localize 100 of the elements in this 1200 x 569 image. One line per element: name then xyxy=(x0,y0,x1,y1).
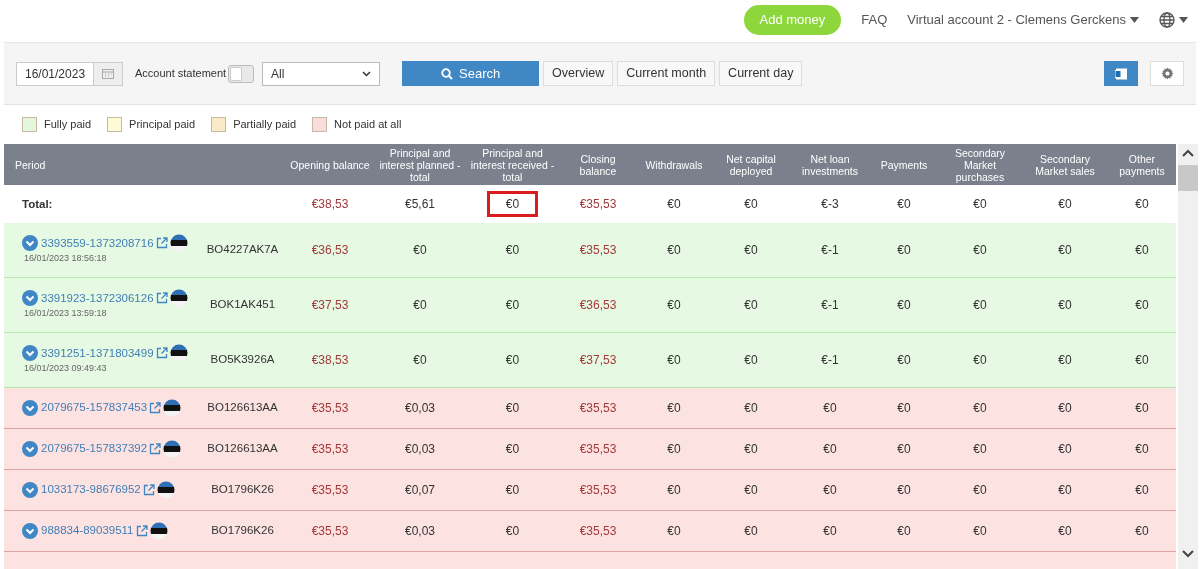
table-cell-text: €0 xyxy=(1135,441,1149,458)
loan-link[interactable]: 1033173-98676952 xyxy=(41,481,141,499)
table-cell-text: BO126613AA xyxy=(207,400,278,416)
table-cell-text: BO5K3926A xyxy=(210,352,275,368)
loan-link[interactable]: 3393559-1373208716 xyxy=(41,234,154,252)
period-button[interactable]: Current month xyxy=(617,61,716,86)
expand-icon[interactable] xyxy=(22,290,38,307)
search-button[interactable]: Search xyxy=(402,61,540,86)
filter-select[interactable]: All xyxy=(262,61,381,86)
table-cell-text: €0,03 xyxy=(405,441,435,458)
expand-icon[interactable] xyxy=(22,345,38,362)
period-button[interactable]: Current day xyxy=(719,61,803,86)
flag-icon xyxy=(163,399,182,417)
chevron-down-icon xyxy=(362,70,372,77)
external-link-icon[interactable] xyxy=(155,237,168,250)
table-cell-text: €0 xyxy=(897,482,911,499)
table-cell-text: €0 xyxy=(505,352,520,369)
table-cell: €0 xyxy=(486,191,539,217)
table-cell-text: €0 xyxy=(897,400,911,417)
table-cell-text: €0 xyxy=(667,352,681,369)
expand-icon[interactable] xyxy=(22,441,38,457)
expand-icon[interactable] xyxy=(22,523,38,539)
flag-icon xyxy=(169,289,188,308)
scrollbar-thumb[interactable] xyxy=(1178,165,1198,191)
table-cell-text: €0,03 xyxy=(405,523,435,540)
table-cell-text: €0 xyxy=(1135,242,1149,259)
column-header: Principal and interest planned - total xyxy=(378,146,462,183)
table-cell-text: €0 xyxy=(897,242,911,259)
legend-label: Not paid at all xyxy=(334,117,402,133)
table-cell-text: €35,53 xyxy=(579,441,617,458)
expand-icon[interactable] xyxy=(22,235,38,252)
spreadsheet-icon xyxy=(1114,67,1128,80)
statement-toggle[interactable] xyxy=(228,64,255,83)
table-cell-text: €0 xyxy=(972,196,988,213)
column-header: Principal and interest received - total xyxy=(469,146,556,183)
loan-link[interactable]: 3391923-1372306126 xyxy=(41,289,154,307)
loan-link[interactable]: 988834-89039511 xyxy=(41,522,134,540)
external-link-icon[interactable] xyxy=(155,347,168,360)
table-cell-text: €0 xyxy=(1058,352,1072,369)
loan-link[interactable]: 2079675-157837453 xyxy=(41,399,148,417)
excel-export-button[interactable] xyxy=(1104,61,1138,86)
globe-icon xyxy=(1159,12,1175,28)
table-cell-text: €0 xyxy=(1058,523,1072,540)
search-icon xyxy=(441,67,453,80)
period-button[interactable]: Overview xyxy=(543,61,614,86)
scrollbar[interactable] xyxy=(1178,144,1198,569)
table-cell-text: €35,53 xyxy=(311,400,349,417)
external-link-icon[interactable] xyxy=(149,402,162,414)
table-cell-text: €38,53 xyxy=(310,196,350,213)
table-cell-text: €0 xyxy=(973,400,987,417)
table-cell-text: €0 xyxy=(505,441,520,458)
table-cell-text: €0 xyxy=(667,400,681,417)
table-cell-text: €0 xyxy=(744,297,758,314)
table-cell-text: €35,53 xyxy=(311,441,349,458)
expand-icon[interactable] xyxy=(22,482,38,498)
table-cell-text: €0 xyxy=(505,242,520,259)
table-cell-text: €0 xyxy=(744,523,758,540)
table-cell-text: €35,53 xyxy=(311,482,349,499)
flag-icon xyxy=(163,440,182,458)
column-header: Net capital deployed xyxy=(725,152,777,177)
loan-link[interactable]: 2079675-157837392 xyxy=(41,440,148,458)
table-cell-text: €36,53 xyxy=(311,242,349,259)
date-field[interactable]: 16/01/2023 xyxy=(16,61,123,86)
table-cell-text: €0 xyxy=(413,297,427,314)
expand-icon[interactable] xyxy=(22,400,38,416)
external-link-icon[interactable] xyxy=(135,525,148,537)
external-link-icon[interactable] xyxy=(149,443,162,455)
table-cell-text: €0 xyxy=(744,242,758,259)
table-cell-text: €37,53 xyxy=(311,297,349,314)
settings-icon xyxy=(1160,67,1174,80)
external-link-icon[interactable] xyxy=(142,484,155,496)
table-cell-text: €-3 xyxy=(820,196,840,213)
timestamp: 16/01/2023 13:59:18 xyxy=(24,307,108,321)
table-cell-text: €0 xyxy=(413,352,427,369)
table-cell-text: €35,53 xyxy=(579,482,617,499)
table-cell-text: €0 xyxy=(897,352,911,369)
column-header: Payments xyxy=(880,158,928,171)
language-button[interactable] xyxy=(1159,12,1188,28)
column-header: Secondary Market sales xyxy=(1034,152,1096,177)
table-cell-text: BO1796K26 xyxy=(211,482,274,498)
table-cell-text: €0,03 xyxy=(405,400,435,417)
table-cell-text: €0 xyxy=(1058,297,1072,314)
table-cell-text: €0 xyxy=(823,400,837,417)
faq-link[interactable]: FAQ xyxy=(861,10,888,30)
column-header: Other payments xyxy=(1118,152,1166,177)
account-statement-label: Account statement xyxy=(135,66,227,82)
table-cell-text: BOK1AK451 xyxy=(209,297,276,313)
table-cell-text: €0 xyxy=(744,482,758,499)
account-menu[interactable]: Virtual account 2 - Clemens Gerckens xyxy=(907,10,1139,30)
column-header: Withdrawals xyxy=(645,158,703,171)
table-cell-text: €0 xyxy=(823,441,837,458)
scroll-down-icon xyxy=(1182,550,1194,558)
external-link-icon[interactable] xyxy=(155,292,168,305)
loan-link[interactable]: 3391251-1371803499 xyxy=(41,344,154,362)
table-cell-text: BO4227AK7A xyxy=(206,242,279,258)
table-cell-text: €0 xyxy=(1058,441,1072,458)
table-cell-text: €0 xyxy=(1135,400,1149,417)
table-cell-text: €0 xyxy=(744,441,758,458)
table-cell-text: €0 xyxy=(505,400,520,417)
settings-button[interactable] xyxy=(1150,61,1184,86)
